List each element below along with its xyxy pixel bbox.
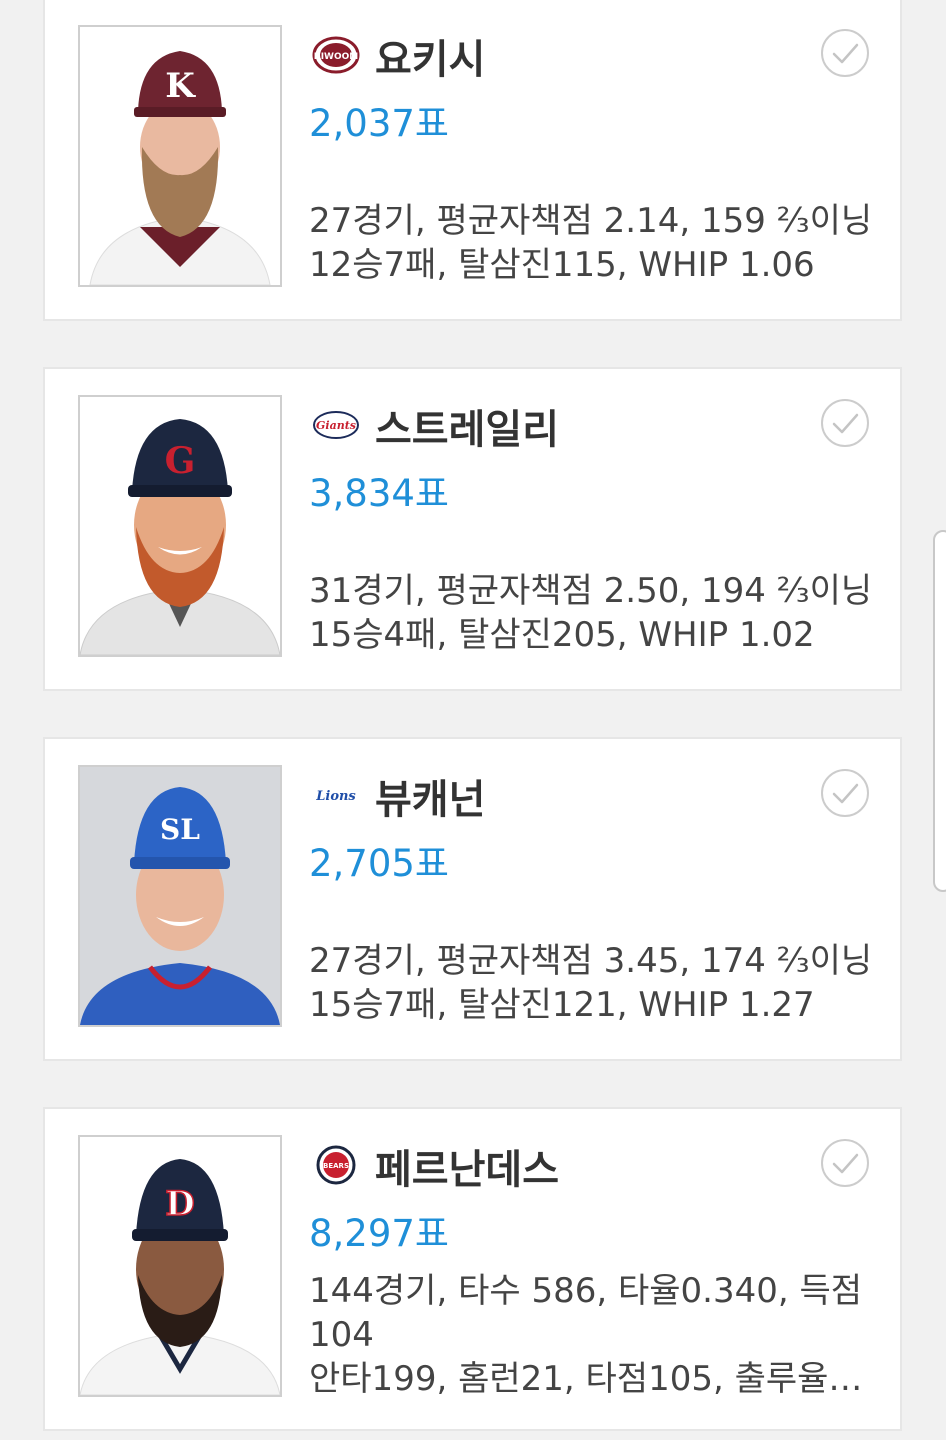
svg-text:K: K bbox=[165, 66, 196, 106]
player-stats: 31경기, 평균자책점 2.50, 194 ⅔이닝 15승4패, 탈삼진205,… bbox=[309, 569, 889, 657]
team-logo-icon: Giants bbox=[313, 411, 359, 439]
vote-count: 3,834표 bbox=[309, 472, 449, 515]
svg-text:BEARS: BEARS bbox=[323, 1162, 349, 1170]
stats-line: 12승7패, 탈삼진115, WHIP 1.06 bbox=[309, 245, 815, 285]
player-stats: 27경기, 평균자책점 2.14, 159 ⅔이닝 12승7패, 탈삼진115,… bbox=[309, 199, 889, 287]
player-photo: G bbox=[78, 395, 282, 657]
player-photo: K bbox=[78, 25, 282, 287]
vote-count: 2,037표 bbox=[309, 102, 449, 145]
stats-line: 15승7패, 탈삼진121, WHIP 1.27 bbox=[309, 985, 815, 1025]
svg-text:SL: SL bbox=[160, 813, 200, 846]
team-logo-icon: BEARS bbox=[316, 1145, 356, 1185]
check-circle-icon[interactable] bbox=[820, 768, 870, 818]
player-card[interactable]: D BEARS 페르난데스 8,297표 144경기, 타수 586, 타율0.… bbox=[43, 1107, 902, 1431]
svg-text:Giants: Giants bbox=[316, 419, 356, 432]
player-name: 페르난데스 bbox=[375, 1147, 559, 1193]
player-photo: SL bbox=[78, 765, 282, 1027]
check-circle-icon[interactable] bbox=[820, 28, 870, 78]
player-name: 스트레일리 bbox=[375, 407, 559, 453]
player-vote-list: K KIWOOM 요키시 2,037표 27경기, 평균자책점 2.14, 15… bbox=[0, 0, 946, 1440]
team-logo-icon: Lions bbox=[313, 783, 359, 807]
stats-line: 31경기, 평균자책점 2.50, 194 ⅔이닝 bbox=[309, 571, 873, 611]
team-logo-icon: KIWOOM bbox=[312, 36, 360, 74]
stats-line: 안타199, 홈런21, 타점105, 출루율 0.... bbox=[309, 1359, 869, 1399]
stats-line: 144경기, 타수 586, 타율0.340, 득점 104 bbox=[309, 1271, 863, 1355]
player-name: 요키시 bbox=[375, 37, 486, 83]
scrollbar[interactable] bbox=[933, 530, 946, 892]
player-card[interactable]: SL Lions 뷰캐넌 2,705표 27경기, 평균자책점 3.45, 17… bbox=[43, 737, 902, 1061]
player-photo: D bbox=[78, 1135, 282, 1397]
stats-line: 27경기, 평균자책점 2.14, 159 ⅔이닝 bbox=[309, 201, 873, 241]
stats-line: 27경기, 평균자책점 3.45, 174 ⅔이닝 bbox=[309, 941, 873, 981]
check-circle-icon[interactable] bbox=[820, 1138, 870, 1188]
vote-count: 2,705표 bbox=[309, 842, 449, 885]
player-name: 뷰캐넌 bbox=[375, 777, 486, 823]
svg-text:D: D bbox=[165, 1184, 194, 1224]
svg-text:G: G bbox=[165, 440, 196, 482]
stats-line: 15승4패, 탈삼진205, WHIP 1.02 bbox=[309, 615, 815, 655]
player-stats: 144경기, 타수 586, 타율0.340, 득점 104 안타199, 홈런… bbox=[309, 1269, 889, 1401]
player-card[interactable]: G Giants 스트레일리 3,834표 31경기, 평균자책점 2.50, … bbox=[43, 367, 902, 691]
vote-count: 8,297표 bbox=[309, 1212, 449, 1255]
player-stats: 27경기, 평균자책점 3.45, 174 ⅔이닝 15승7패, 탈삼진121,… bbox=[309, 939, 889, 1027]
svg-text:KIWOOM: KIWOOM bbox=[314, 52, 359, 62]
player-card[interactable]: K KIWOOM 요키시 2,037표 27경기, 평균자책점 2.14, 15… bbox=[43, 0, 902, 321]
svg-text:Lions: Lions bbox=[315, 789, 356, 804]
check-circle-icon[interactable] bbox=[820, 398, 870, 448]
